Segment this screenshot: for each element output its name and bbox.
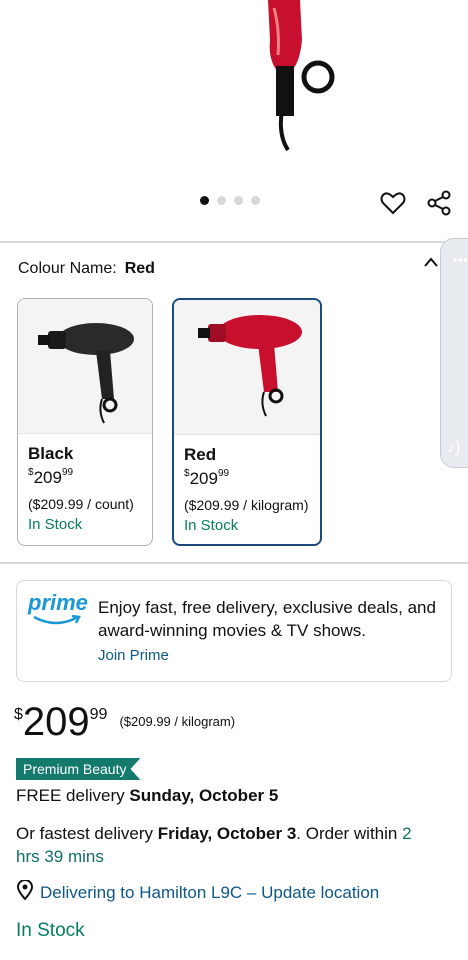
colour-label: Colour Name: Red	[18, 260, 155, 278]
variant-price-whole: 209	[189, 469, 218, 488]
price-fraction: 99	[89, 706, 108, 723]
countdown: 2	[402, 824, 412, 843]
price-unit: ($209.99 / kilogram)	[119, 714, 236, 729]
price-currency: $	[14, 706, 23, 723]
more-dots-icon[interactable]: •••	[453, 253, 468, 267]
variant-price-fraction: 99	[217, 468, 230, 480]
variant-price-currency: $	[184, 468, 190, 480]
variant-name: Black	[28, 444, 74, 463]
fastest-prefix: Or fastest delivery	[16, 824, 158, 843]
location-pin-icon	[16, 879, 34, 905]
order-within: . Order within	[296, 824, 403, 843]
delivery-location[interactable]: Delivering to Hamilton L9C – Update loca…	[16, 879, 379, 905]
carousel-dot[interactable]	[217, 196, 226, 205]
variant-unit-price: ($209.99 / kilogram)	[184, 497, 309, 513]
variant-stock: In Stock	[184, 517, 239, 534]
price-whole: 209	[22, 700, 90, 744]
variant-card-black[interactable]: Black $20999 ($209.99 / count) In Stock	[17, 298, 153, 546]
colour-label-text: Colour Name:	[18, 260, 117, 277]
chevron-up-icon[interactable]	[424, 254, 438, 272]
divider	[0, 562, 468, 564]
free-delivery-line: FREE delivery Sunday, October 5	[16, 786, 278, 806]
carousel-dot[interactable]	[234, 196, 243, 205]
carousel-dots[interactable]	[200, 196, 260, 205]
variant-price-currency: $	[28, 467, 34, 479]
variant-stock: In Stock	[28, 516, 83, 533]
premium-beauty-badge: Premium Beauty	[16, 758, 141, 780]
free-delivery-prefix: FREE delivery	[16, 786, 130, 805]
share-icon[interactable]	[424, 188, 454, 218]
variant-price-fraction: 99	[61, 467, 74, 479]
divider	[0, 241, 468, 243]
variant-image	[18, 299, 152, 434]
variant-name: Red	[184, 445, 217, 464]
prime-logo-text: prime	[28, 590, 88, 615]
fastest-date: Friday, October 3	[157, 824, 297, 843]
variant-unit-price: ($209.99 / count)	[28, 496, 134, 512]
carousel-dot[interactable]	[251, 196, 260, 205]
audio-icon[interactable]: ♪)	[447, 439, 460, 457]
variant-price-whole: 209	[33, 468, 62, 487]
prime-logo: prime	[28, 592, 90, 632]
heart-icon[interactable]	[378, 188, 408, 218]
location-text[interactable]: Delivering to Hamilton L9C – Update loca…	[40, 883, 379, 903]
variant-price: $20999	[28, 467, 142, 488]
countdown-rest: hrs 39 mins	[16, 847, 104, 866]
variant-image	[174, 300, 320, 435]
colour-selected-value: Red	[124, 260, 155, 277]
variant-card-red[interactable]: Red $20999 ($209.99 / kilogram) In Stock	[172, 298, 322, 546]
free-delivery-date: Sunday, October 5	[129, 786, 279, 805]
variant-price: $20999	[184, 468, 310, 489]
prime-message: Enjoy fast, free delivery, exclusive dea…	[98, 598, 436, 640]
availability-status: In Stock	[16, 920, 85, 941]
carousel-dot[interactable]	[200, 196, 209, 205]
floating-side-panel[interactable]: ••• ♪)	[440, 238, 468, 468]
join-prime-link[interactable]: Join Prime	[98, 647, 169, 664]
fastest-delivery-line: Or fastest delivery Friday, October 3. O…	[16, 822, 456, 868]
main-price: $ 209 99 ($209.99 / kilogram)	[14, 702, 235, 742]
